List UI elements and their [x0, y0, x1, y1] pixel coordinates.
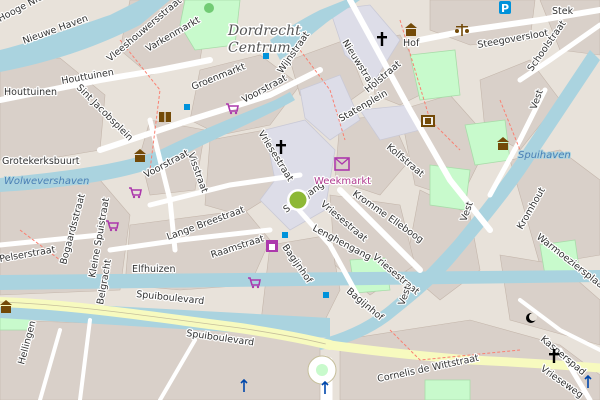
water-label-wolwevershaven: Wolwevershaven — [4, 176, 89, 187]
location-marker[interactable] — [287, 189, 309, 211]
market-label: Weekmarkt — [314, 176, 371, 187]
label-hof: Hof — [403, 38, 420, 49]
bus-stop-icon[interactable] — [282, 232, 288, 238]
street-label-stek: Stek — [552, 6, 574, 17]
map-viewport[interactable]: Dordrecht Centrum Hooge Nieuwstraat Nieu… — [0, 0, 600, 400]
book-icon[interactable] — [159, 112, 171, 122]
roundabout — [307, 355, 337, 385]
street-label-elfhuizen: Elfhuizen — [132, 264, 176, 275]
district-title-line2: Centrum — [228, 40, 291, 56]
parking-letter: P — [501, 2, 509, 15]
bus-stop-icon[interactable] — [263, 53, 269, 59]
parking-icon[interactable]: P — [499, 1, 511, 15]
district-title-line1: Dordrecht — [227, 23, 301, 39]
bus-stop-icon[interactable] — [184, 104, 190, 110]
map-canvas[interactable]: Dordrecht Centrum Hooge Nieuwstraat Nieu… — [0, 0, 600, 400]
street-label-grotekerksbuurt: Grotekerksbuurt — [2, 156, 80, 167]
viewpoint-icon[interactable] — [204, 3, 214, 13]
department-store-icon[interactable] — [266, 240, 278, 252]
cinema-icon[interactable] — [421, 115, 435, 127]
bus-stop-icon[interactable] — [323, 292, 329, 298]
water-label-spuihaven: Spuihaven — [518, 150, 571, 161]
street-label-houttuinen-2: Houttuinen — [4, 87, 57, 98]
